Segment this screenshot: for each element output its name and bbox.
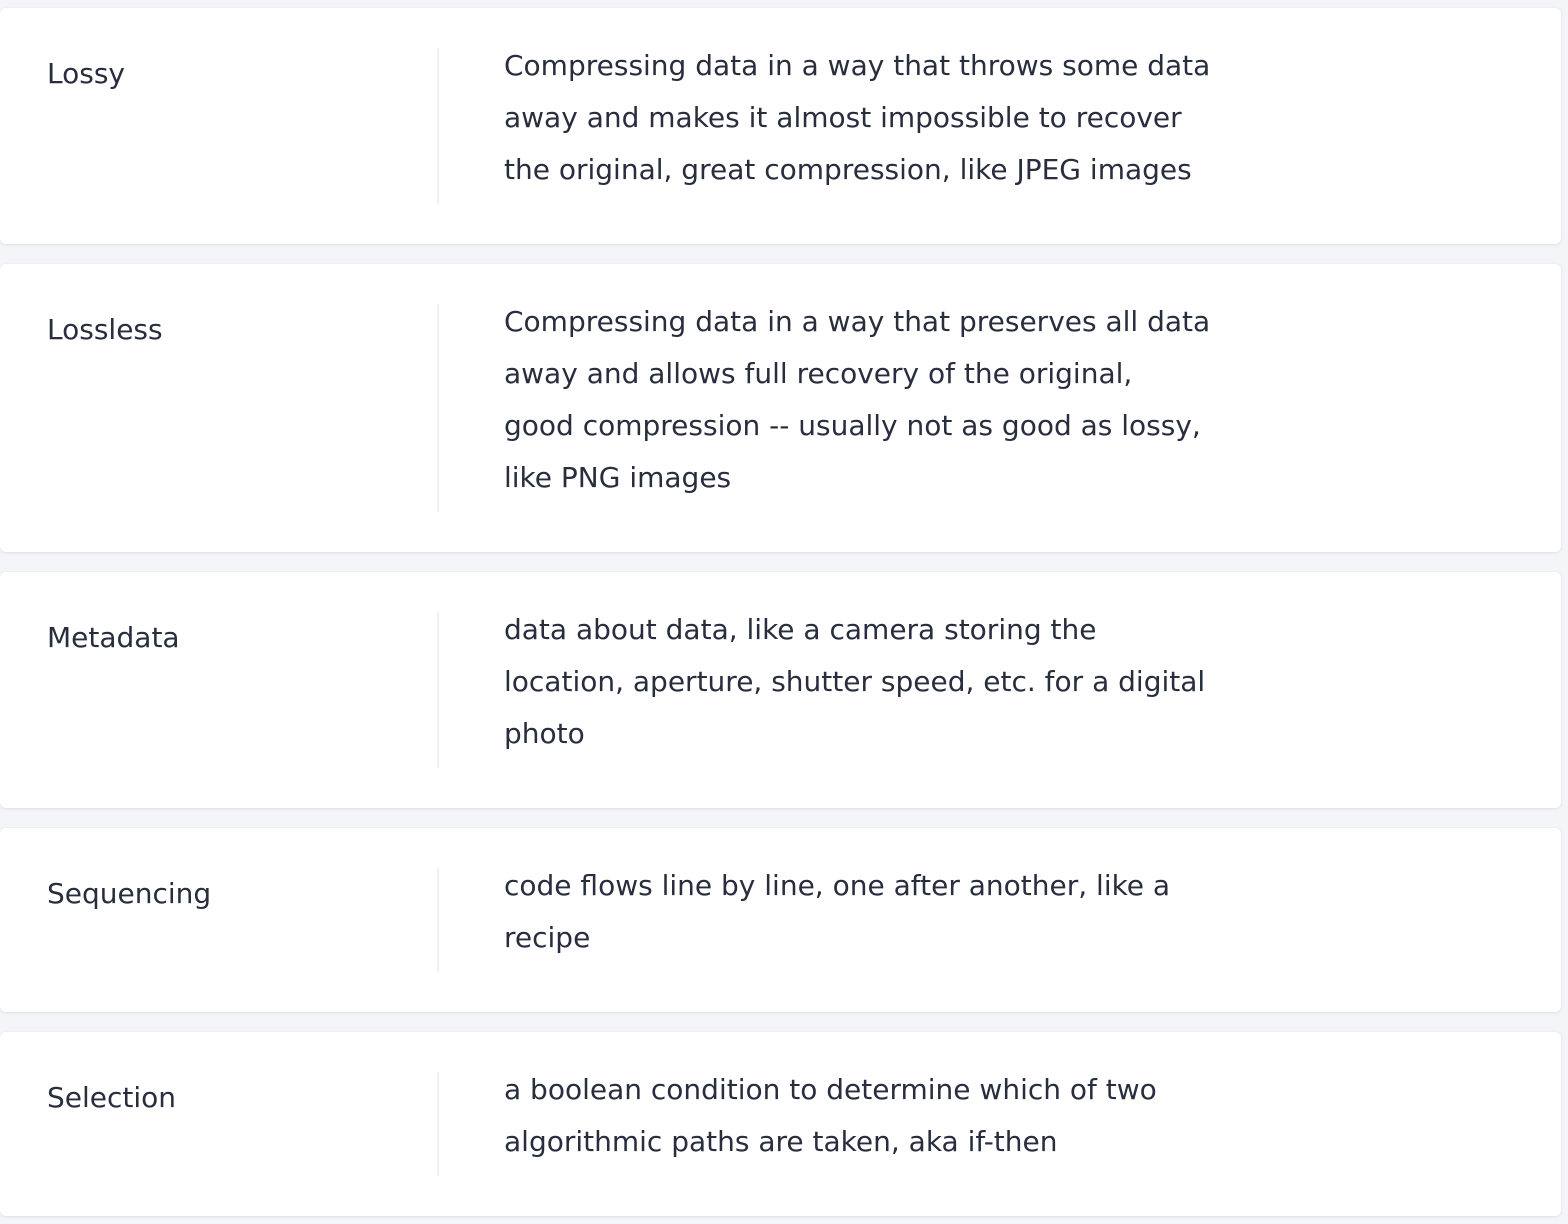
definition-line: away and makes it almost impossible to r… [504, 101, 1182, 134]
column-divider [437, 868, 439, 972]
column-divider [437, 304, 439, 512]
definition-line: Compressing data in a way that throws so… [504, 49, 1211, 82]
definition-text: Compressing data in a way that preserves… [504, 296, 1264, 504]
definition-text: data about data, like a camera storing t… [504, 604, 1264, 760]
column-divider [437, 1072, 439, 1176]
definition-line: recipe [504, 921, 591, 954]
term-label: Metadata [47, 621, 180, 654]
definition-text: a boolean condition to determine which o… [504, 1064, 1264, 1168]
flashcard-row[interactable]: Lossless Compressing data in a way that … [0, 264, 1561, 552]
flashcard-list: Lossy Compressing data in a way that thr… [0, 0, 1568, 1224]
flashcard-row[interactable]: Sequencing code flows line by line, one … [0, 828, 1561, 1012]
term-label: Lossy [47, 57, 125, 90]
column-divider [437, 48, 439, 204]
term-label: Selection [47, 1081, 177, 1114]
flashcard-row[interactable]: Selection a boolean condition to determi… [0, 1032, 1561, 1216]
definition-line: away and allows full recovery of the ori… [504, 357, 1133, 390]
definition-line: the original, great compression, like JP… [504, 153, 1192, 186]
definition-line: data about data, like a camera storing t… [504, 613, 1097, 646]
term-label: Lossless [47, 313, 163, 346]
definition-line: like PNG images [504, 461, 732, 494]
definition-line: good compression -- usually not as good … [504, 409, 1201, 442]
flashcard-row[interactable]: Lossy Compressing data in a way that thr… [0, 8, 1561, 244]
definition-text: code flows line by line, one after anoth… [504, 860, 1264, 964]
definition-line: algorithmic paths are taken, aka if-then [504, 1125, 1058, 1158]
definition-text: Compressing data in a way that throws so… [504, 40, 1264, 196]
definition-line: a boolean condition to determine which o… [504, 1073, 1157, 1106]
column-divider [437, 612, 439, 768]
flashcard-row[interactable]: Metadata data about data, like a camera … [0, 572, 1561, 808]
definition-line: Compressing data in a way that preserves… [504, 305, 1211, 338]
term-label: Sequencing [47, 877, 212, 910]
definition-line: code flows line by line, one after anoth… [504, 869, 1171, 902]
definition-line: photo [504, 717, 585, 750]
definition-line: location, aperture, shutter speed, etc. … [504, 665, 1206, 698]
